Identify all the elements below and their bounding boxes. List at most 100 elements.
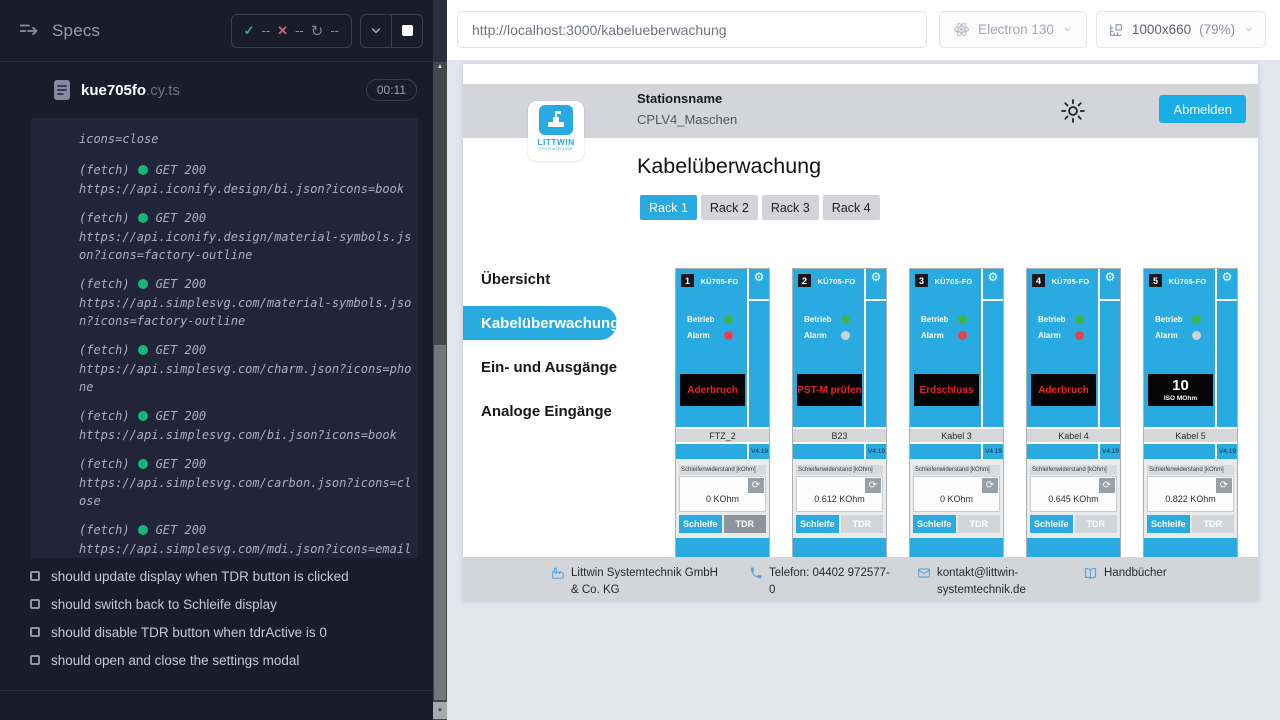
nav-item[interactable]: Ein- und Ausgänge — [463, 350, 618, 384]
resistance-label: Schleifenwiderstand [kOhm] — [1147, 465, 1234, 475]
card-settings-gear-icon[interactable]: ⚙ — [866, 270, 886, 284]
browser-select[interactable]: Electron 130 — [939, 11, 1087, 48]
card-settings-gear-icon[interactable]: ⚙ — [983, 270, 1003, 284]
scroll-up-icon[interactable]: ▲ — [433, 64, 447, 70]
sidebar-toggle-icon[interactable] — [18, 20, 40, 42]
device-card: 1 KÜ705-FO Betrieb Alarm — [675, 268, 770, 559]
schleife-button[interactable]: Schleife — [1147, 515, 1190, 533]
card-side: ⚙ — [983, 269, 1003, 427]
divider — [1217, 299, 1237, 301]
test-state-icon — [30, 599, 40, 609]
card-bottom-strip — [793, 536, 886, 558]
refresh-icon[interactable]: ⟳ — [865, 478, 881, 493]
card-bottom-strip — [676, 536, 769, 558]
nav-item[interactable]: Kabelüberwachung — [463, 306, 617, 340]
nav-item[interactable]: Analoge Eingänge — [463, 394, 618, 428]
schleife-button[interactable]: Schleife — [679, 515, 722, 533]
device-card: 4 KÜ705-FO Betrieb Alarm — [1026, 268, 1121, 559]
nav-item-label: Ein- und Ausgänge — [481, 359, 617, 376]
cypress-reporter-panel: Specs ✓ -- ✕ -- ↻ -- kue705fo.cy.ts 00:1… — [0, 0, 433, 720]
schleife-button[interactable]: Schleife — [796, 515, 839, 533]
card-main: 3 KÜ705-FO Betrieb Alarm — [910, 269, 981, 427]
failed-count: -- — [295, 23, 304, 38]
success-dot-icon — [138, 459, 148, 469]
viewport-select[interactable]: 1000x660 (79%) — [1096, 11, 1266, 48]
tdr-button[interactable]: TDR — [958, 515, 1001, 533]
chevron-down-icon — [1062, 24, 1073, 35]
resistance-section: Schleifenwiderstand [kOhm] ⟳ 0.822 KOhm … — [1144, 459, 1237, 536]
nav-item[interactable]: Übersicht — [463, 262, 618, 296]
test-title: should update display when TDR button is… — [51, 569, 349, 584]
scroll-down-icon[interactable]: ▼ — [433, 702, 447, 719]
card-settings-gear-icon[interactable]: ⚙ — [749, 270, 769, 284]
test-state-icon — [30, 655, 40, 665]
version-strip: V4.19 — [1027, 444, 1120, 459]
settings-gear-icon[interactable] — [1059, 97, 1087, 125]
betrieb-led — [1192, 315, 1201, 324]
card-bottom-strip — [1144, 536, 1237, 558]
alarm-led — [841, 331, 850, 340]
rack-tab[interactable]: Rack 3 — [762, 195, 819, 220]
resistance-display: ⟳ 0.822 KOhm — [1147, 476, 1234, 512]
spec-name: kue705fo — [81, 82, 146, 99]
station-name: CPLV4_Maschen — [637, 112, 737, 127]
tdr-button[interactable]: TDR — [1075, 515, 1118, 533]
refresh-icon[interactable]: ⟳ — [748, 478, 764, 493]
refresh-icon[interactable]: ⟳ — [1099, 478, 1115, 493]
footer-manuals-link[interactable]: Handbücher — [1083, 565, 1167, 587]
logout-button[interactable]: Abmelden — [1159, 95, 1246, 123]
device-cards: 1 KÜ705-FO Betrieb Alarm — [675, 268, 1238, 559]
divider — [749, 299, 769, 301]
test-item[interactable]: should update display when TDR button is… — [0, 562, 420, 590]
alarm-label: Alarm — [1038, 331, 1070, 340]
test-item[interactable]: should open and close the settings modal — [0, 646, 420, 674]
status-unit: ISO MOhm — [1164, 395, 1197, 402]
book-icon — [1083, 566, 1098, 587]
log-entry: (fetch) GET 200 https://api.iconify.desi… — [31, 161, 412, 198]
request-url: https://api.iconify.design/material-symb… — [31, 228, 412, 264]
footer-email[interactable]: kontakt@littwin-systemtechnik.de — [917, 565, 1057, 598]
url-input[interactable] — [457, 11, 927, 48]
tdr-button[interactable]: TDR — [841, 515, 884, 533]
betrieb-label: Betrieb — [1038, 315, 1070, 324]
card-settings-gear-icon[interactable]: ⚙ — [1217, 270, 1237, 284]
rack-tab[interactable]: Rack 4 — [823, 195, 880, 220]
cable-name: Kabel 3 — [910, 427, 1003, 444]
resistance-display: ⟳ 0.612 KOhm — [796, 476, 883, 512]
alarm-led — [958, 331, 967, 340]
stop-button[interactable] — [392, 25, 422, 36]
firmware-version: V4.19 — [1219, 448, 1236, 455]
test-state-icon — [30, 627, 40, 637]
success-dot-icon — [138, 213, 148, 223]
chevron-down-icon[interactable] — [361, 24, 391, 38]
refresh-icon[interactable]: ⟳ — [982, 478, 998, 493]
schleife-button[interactable]: Schleife — [913, 515, 956, 533]
status-text: Aderbruch — [1038, 385, 1089, 396]
logo-text: LITTWIN — [528, 137, 584, 147]
http-status: GET 200 — [156, 275, 207, 293]
test-item[interactable]: should switch back to Schleife display — [0, 590, 420, 618]
alarm-label: Alarm — [921, 331, 953, 340]
rack-tab[interactable]: Rack 2 — [701, 195, 758, 220]
status-display: PST-M prüfen — [797, 374, 862, 406]
tdr-button[interactable]: TDR — [1192, 515, 1235, 533]
request-url: https://api.simplesvg.com/bi.json?icons=… — [31, 426, 412, 444]
reporter-scrollbar[interactable]: ▲ ▼ — [433, 0, 447, 720]
spec-file-row[interactable]: kue705fo.cy.ts 00:11 — [0, 62, 433, 118]
betrieb-led — [1075, 315, 1084, 324]
log-entry: (fetch) GET 200 https://api.iconify.desi… — [31, 209, 412, 264]
tdr-button[interactable]: TDR — [724, 515, 767, 533]
schleife-button[interactable]: Schleife — [1030, 515, 1073, 533]
test-item[interactable]: should disable TDR button when tdrActive… — [0, 618, 420, 646]
alarm-led — [1192, 331, 1201, 340]
cable-name: B23 — [793, 427, 886, 444]
resistance-label: Schleifenwiderstand [kOhm] — [679, 465, 766, 475]
viewport-zoom: (79%) — [1199, 22, 1235, 37]
status-text: PST-M prüfen — [797, 385, 861, 396]
resistance-value: 0 KOhm — [680, 494, 765, 504]
divider — [0, 690, 433, 691]
card-settings-gear-icon[interactable]: ⚙ — [1100, 270, 1120, 284]
rack-tab[interactable]: Rack 1 — [640, 195, 697, 220]
scrollbar-thumb[interactable] — [434, 345, 446, 700]
refresh-icon[interactable]: ⟳ — [1216, 478, 1232, 493]
